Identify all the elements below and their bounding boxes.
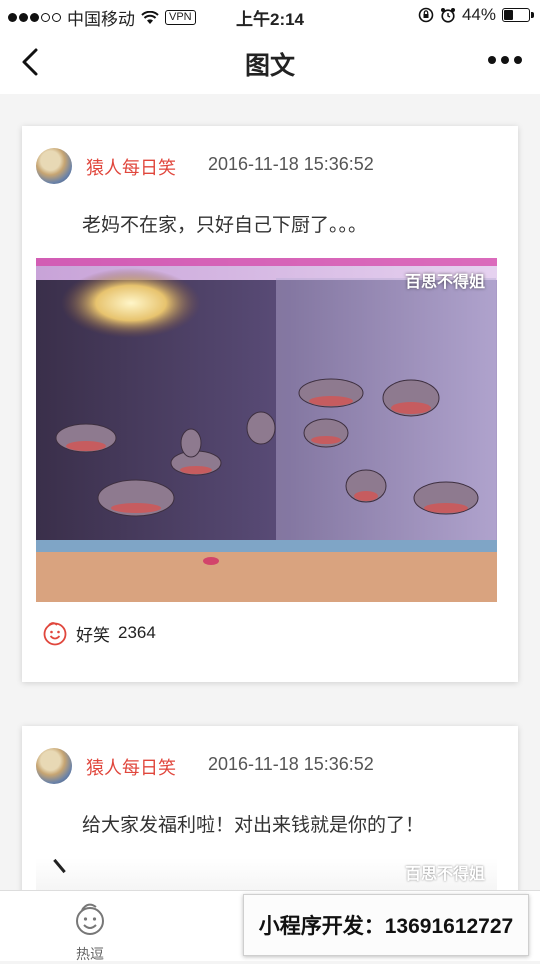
face-icon	[76, 903, 104, 935]
smile-face-icon	[43, 622, 67, 646]
post-image[interactable]: 百思不得姐	[36, 858, 497, 890]
battery-icon	[502, 8, 534, 22]
post-card[interactable]: 猿人每日笑 2016-11-18 15:36:52 老妈不在家，只好自己下厨了。…	[22, 126, 518, 682]
promo-banner[interactable]: 小程序开发：13691612727	[243, 894, 529, 956]
rotation-lock-icon	[418, 7, 434, 23]
reaction-count: 2364	[118, 623, 156, 642]
laugh-reaction[interactable]: 好笑 2364	[42, 620, 156, 646]
more-dots-icon[interactable]	[488, 56, 522, 64]
feed[interactable]: 猿人每日笑 2016-11-18 15:36:52 老妈不在家，只好自己下厨了。…	[0, 94, 540, 890]
post-card[interactable]: 猿人每日笑 2016-11-18 15:36:52 给大家发福利啦！对出来钱就是…	[22, 726, 518, 890]
reaction-label: 好笑	[76, 625, 110, 645]
image-watermark: 百思不得姐	[404, 866, 485, 883]
avatar[interactable]	[36, 148, 72, 184]
alarm-icon	[440, 8, 455, 23]
post-author[interactable]: 猿人每日笑	[86, 154, 176, 180]
post-date: 2016-11-18 15:36:52	[208, 154, 374, 174]
image-watermark: 百思不得姐	[404, 274, 485, 291]
status-bar: 中国移动 VPN 上午2:14 44%	[0, 0, 540, 30]
post-author[interactable]: 猿人每日笑	[86, 754, 176, 780]
avatar[interactable]	[36, 748, 72, 784]
tab-hot[interactable]: 热逗	[45, 899, 135, 964]
post-text: 给大家发福利啦！对出来钱就是你的了！	[82, 815, 425, 836]
battery-percent: 44%	[461, 5, 496, 24]
post-image[interactable]: 百思不得姐	[36, 258, 497, 602]
page-title: 图文	[244, 52, 295, 80]
post-text: 老妈不在家，只好自己下厨了。。。	[82, 215, 368, 236]
nav-bar: 图文	[0, 30, 540, 94]
tab-label: 热逗	[76, 946, 104, 962]
post-date: 2016-11-18 15:36:52	[208, 754, 374, 774]
